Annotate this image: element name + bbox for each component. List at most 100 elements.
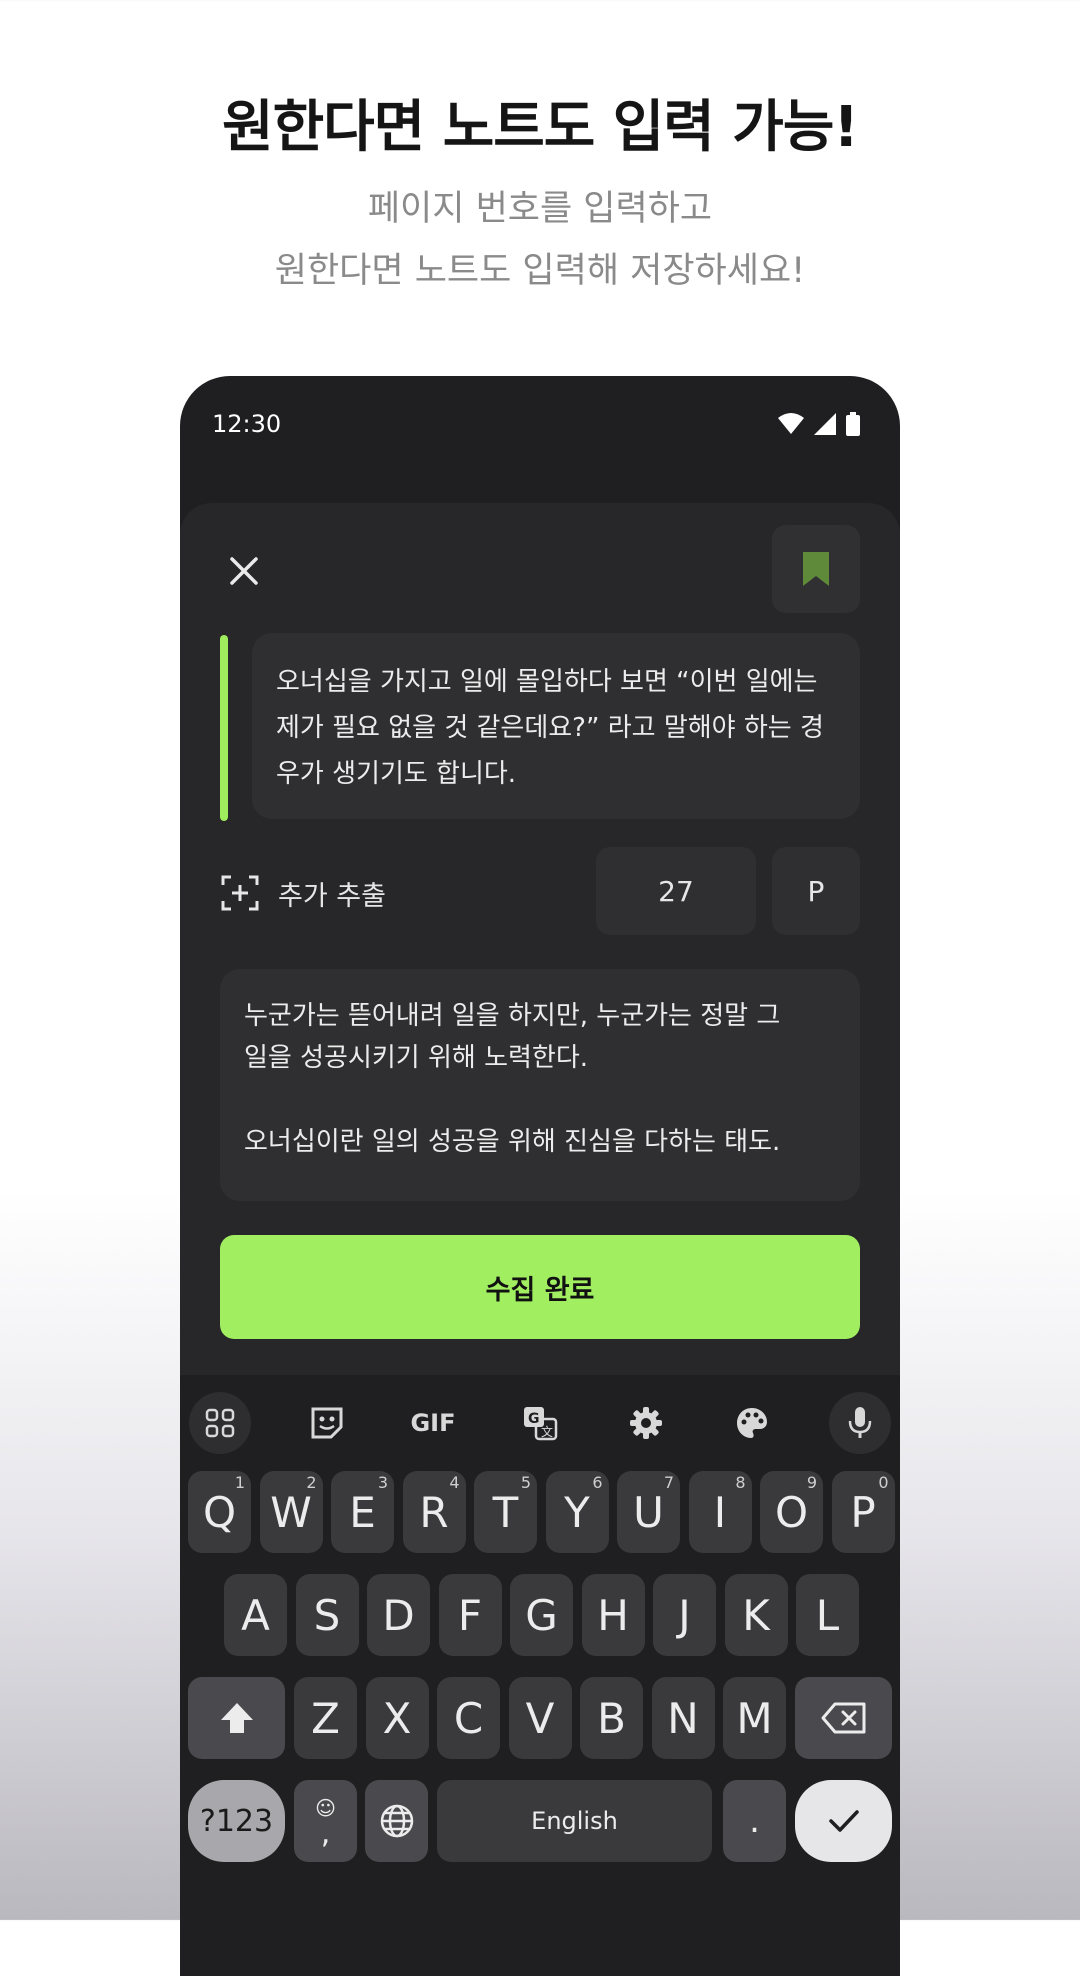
key-q[interactable]: Q1	[188, 1471, 251, 1553]
key-label: F	[457, 1590, 483, 1640]
key-hint: 6	[592, 1473, 603, 1492]
key-m[interactable]: M	[723, 1677, 786, 1759]
key-label: I	[713, 1487, 727, 1537]
subline-2: 원한다면 노트도 입력해 저장하세요!	[274, 251, 806, 291]
symbols-key[interactable]: ?123	[188, 1780, 285, 1862]
submit-button[interactable]: 수집 완료	[220, 1235, 860, 1339]
shift-key[interactable]	[188, 1677, 285, 1759]
key-x[interactable]: X	[365, 1677, 429, 1759]
key-f[interactable]: F	[438, 1574, 502, 1656]
key-label: E	[349, 1487, 376, 1537]
emoji-comma-key[interactable]: ☺ ,	[294, 1780, 357, 1862]
status-icons	[778, 412, 860, 436]
backspace-icon	[821, 1702, 865, 1734]
settings-gear-icon[interactable]	[615, 1392, 677, 1454]
gif-icon[interactable]: GIF	[402, 1392, 464, 1454]
key-c[interactable]: C	[437, 1677, 500, 1759]
translate-icon[interactable]: G文	[509, 1392, 571, 1454]
scan-add-icon	[221, 875, 259, 911]
key-label: J	[678, 1590, 691, 1640]
headline: 원한다면 노트도 입력 가능!	[222, 95, 859, 160]
key-n[interactable]: N	[651, 1677, 715, 1759]
key-label: K	[742, 1590, 770, 1640]
key-label: M	[736, 1693, 773, 1743]
key-u[interactable]: U7	[617, 1471, 680, 1553]
check-icon	[828, 1810, 859, 1832]
key-label: D	[382, 1590, 415, 1640]
note-input[interactable]: 누군가는 뜯어내려 일을 하지만, 누군가는 정말 그 일을 성공시키기 위해 …	[220, 969, 860, 1201]
key-label: V	[525, 1693, 555, 1743]
space-key[interactable]: English	[437, 1780, 712, 1862]
key-hint: 9	[806, 1473, 817, 1492]
note-line: 일을 성공시키기 위해 노력한다.	[244, 1043, 589, 1073]
apps-grid-icon[interactable]	[189, 1392, 251, 1454]
phone-frame: 12:30 오너십을 가지고 일에 몰입하다 보면 “이번 일에는 제가 필요 …	[180, 376, 900, 1976]
bookmark-icon	[803, 552, 829, 586]
page-number-input[interactable]: 27	[596, 847, 756, 935]
subline-1: 페이지 번호를 입력하고	[367, 189, 713, 229]
quote-line: 우가 생기기도 합니다.	[276, 759, 517, 789]
status-time: 12:30	[212, 410, 282, 438]
key-label: L	[815, 1590, 840, 1640]
key-label: P	[850, 1487, 876, 1537]
note-line: 오너십이란 일의 성공을 위해 진심을 다하는 태도.	[244, 1127, 781, 1157]
key-hint: 3	[377, 1473, 388, 1492]
key-s[interactable]: S	[295, 1574, 359, 1656]
key-v[interactable]: V	[508, 1677, 572, 1759]
key-label: T	[492, 1487, 519, 1537]
key-b[interactable]: B	[580, 1677, 643, 1759]
quote-accent-bar	[220, 635, 228, 821]
key-label: U	[633, 1487, 664, 1537]
key-hint: 8	[735, 1473, 746, 1492]
palette-icon[interactable]	[721, 1392, 783, 1454]
key-label: H	[597, 1590, 629, 1640]
extracted-quote[interactable]: 오너십을 가지고 일에 몰입하다 보면 “이번 일에는 제가 필요 없을 것 같…	[252, 633, 860, 819]
key-g[interactable]: G	[510, 1574, 573, 1656]
key-hint: 4	[449, 1473, 460, 1492]
wifi-icon	[778, 413, 804, 434]
key-label: B	[597, 1693, 626, 1743]
language-key[interactable]	[365, 1780, 428, 1862]
key-d[interactable]: D	[367, 1574, 430, 1656]
svg-text:文: 文	[541, 1424, 553, 1439]
sticker-icon[interactable]	[296, 1392, 358, 1454]
globe-icon	[380, 1804, 413, 1838]
key-e[interactable]: E3	[331, 1471, 394, 1553]
backspace-key[interactable]	[795, 1677, 892, 1759]
key-k[interactable]: K	[724, 1574, 788, 1656]
quote-line: 오너십을 가지고 일에 몰입하다 보면 “이번 일에는	[276, 667, 818, 697]
close-icon[interactable]	[224, 551, 264, 591]
key-i[interactable]: I8	[688, 1471, 752, 1553]
key-hint: 1	[234, 1473, 245, 1492]
key-label: G	[525, 1590, 558, 1640]
battery-icon	[846, 412, 860, 436]
key-z[interactable]: Z	[294, 1677, 357, 1759]
key-t[interactable]: T5	[474, 1471, 537, 1553]
key-o[interactable]: O9	[760, 1471, 823, 1553]
key-label: C	[453, 1693, 484, 1743]
key-r[interactable]: R4	[402, 1471, 466, 1553]
keyboard: GIF G文 ?123 ☺ , English . Q 1 W 2 E 3 R …	[180, 1375, 900, 1976]
key-p[interactable]: P0	[831, 1471, 895, 1553]
key-label: N	[667, 1693, 699, 1743]
extract-more-button[interactable]: 추가 추출	[220, 873, 386, 913]
key-label: R	[419, 1487, 449, 1537]
key-hint: 5	[520, 1473, 531, 1492]
comma-label: ,	[320, 1816, 331, 1851]
key-y[interactable]: Y6	[545, 1471, 609, 1553]
key-label: Z	[311, 1693, 340, 1743]
key-h[interactable]: H	[581, 1574, 645, 1656]
key-hint: 2	[306, 1473, 317, 1492]
key-label: W	[270, 1487, 312, 1537]
quote-line: 제가 필요 없을 것 같은데요?” 라고 말해야 하는 경	[276, 713, 824, 743]
key-w[interactable]: W2	[259, 1471, 323, 1553]
key-a[interactable]: A	[224, 1574, 287, 1656]
shift-icon	[220, 1703, 253, 1733]
signal-icon	[814, 413, 836, 435]
key-l[interactable]: L	[796, 1574, 859, 1656]
bookmark-button[interactable]	[772, 525, 860, 613]
period-key[interactable]: .	[723, 1780, 786, 1862]
microphone-icon[interactable]	[829, 1392, 891, 1454]
enter-key[interactable]	[795, 1780, 892, 1862]
key-j[interactable]: J	[653, 1574, 716, 1656]
